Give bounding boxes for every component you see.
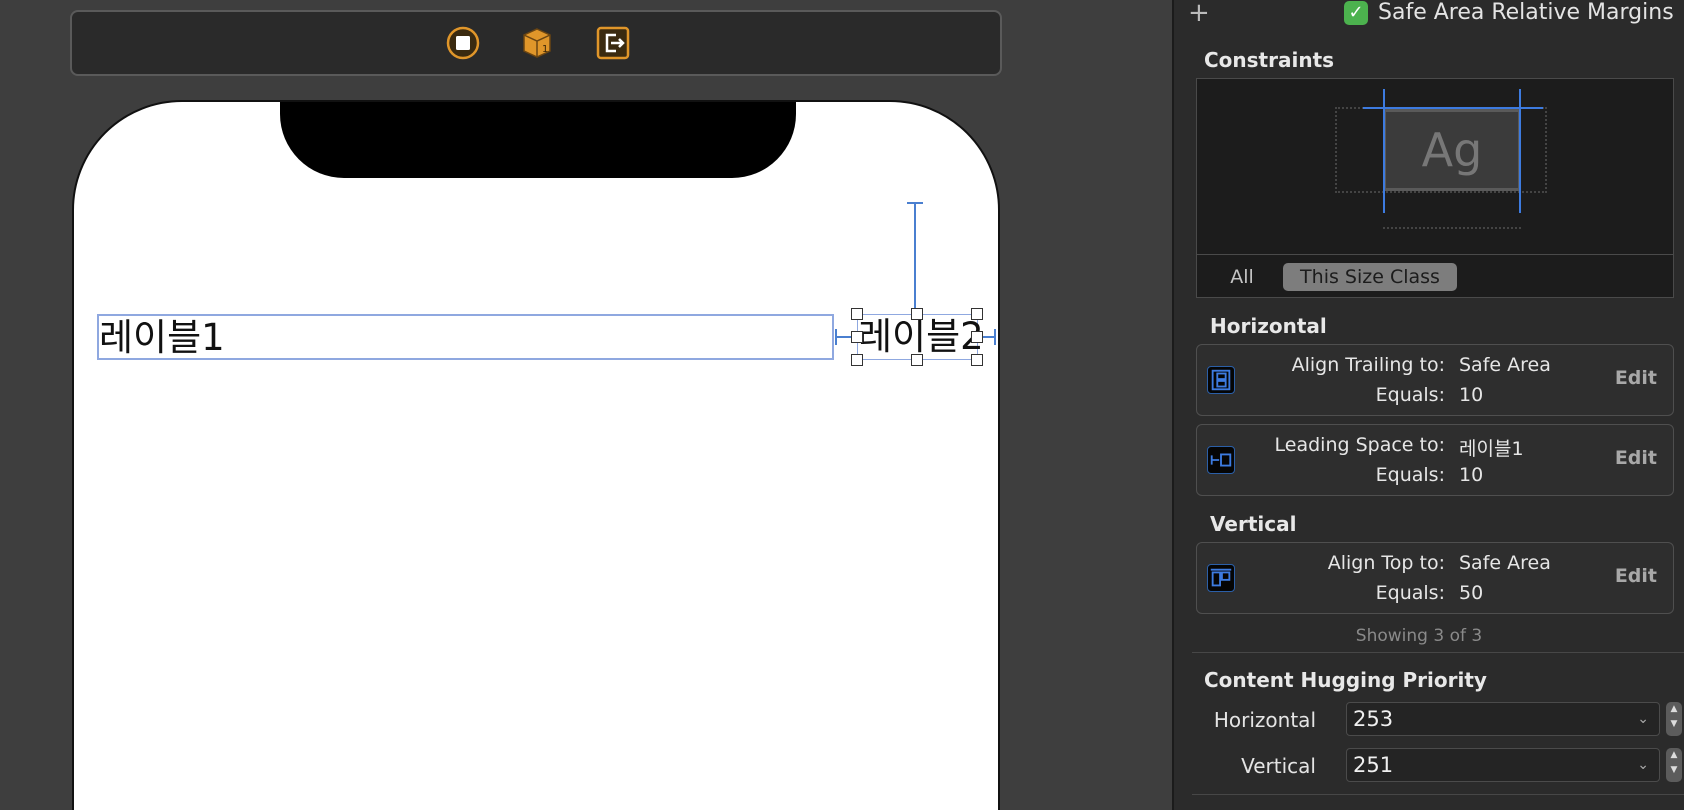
hugging-vertical-label: Vertical [1241,754,1316,778]
constraint-item-align-trailing[interactable]: Align Trailing to: Safe Area Equals: 10 … [1196,344,1674,416]
constraints-title: Constraints [1204,48,1335,72]
resize-handle-top[interactable] [911,308,923,320]
align-top-icon [1207,564,1235,592]
tab-all[interactable]: All [1215,263,1269,291]
content-hugging-title: Content Hugging Priority [1204,668,1487,692]
safe-area-margins-label: Safe Area Relative Margins [1378,0,1674,25]
iphone-view[interactable]: 레이블1 레이블2 [72,100,1000,810]
constraint-relation-label: Align Trailing to: [1291,354,1445,376]
horizontal-section-title: Horizontal [1210,314,1327,338]
hugging-vertical-value: 251 [1353,753,1394,777]
resize-handle-bottom-left[interactable] [851,354,863,366]
hugging-horizontal-label: Horizontal [1213,708,1316,732]
constraint-item-leading-space[interactable]: Leading Space to: 레이블1 Equals: 10 Edit [1196,424,1674,496]
size-inspector: + ✓ Safe Area Relative Margins Constrain… [1172,0,1684,810]
margin-guide [1335,191,1547,193]
resize-handle-bottom-right[interactable] [971,354,983,366]
leading-constraint-indicator[interactable] [1383,89,1385,213]
leading-space-cap [835,329,837,345]
margin-guide [1383,227,1521,229]
hugging-horizontal-field[interactable]: 253 ⌄ [1346,702,1660,736]
device-notch [280,102,796,178]
label-1[interactable]: 레이블1 [97,314,834,360]
hugging-vertical-field[interactable]: 251 ⌄ [1346,748,1660,782]
storyboard-canvas[interactable]: 1 레이블1 레이블2 [0,0,1172,810]
edit-button[interactable]: Edit [1615,367,1657,389]
constraint-equals-label: Equals: [1375,582,1445,604]
constraint-relation-label: Leading Space to: [1274,434,1445,456]
chevron-down-icon[interactable]: ⌄ [1637,749,1649,781]
constraint-relation-value: Safe Area [1459,354,1551,376]
label-2-text: 레이블2 [858,315,984,358]
edit-button[interactable]: Edit [1615,447,1657,469]
resize-handle-right[interactable] [971,331,983,343]
constraint-equals-label: Equals: [1375,464,1445,486]
exit-icon[interactable] [596,26,630,60]
trailing-constraint-indicator[interactable] [1519,89,1521,213]
constraints-count: Showing 3 of 3 [1355,626,1483,646]
constraint-equals-value: 50 [1459,582,1484,604]
section-divider [1192,652,1684,653]
vertical-section-title: Vertical [1210,512,1297,536]
trailing-constraint-cap [994,329,996,345]
edit-button[interactable]: Edit [1615,565,1657,587]
align-trailing-icon [1207,366,1235,394]
constraint-relation-value: 레이블1 [1459,438,1524,460]
constraint-relation-value: Safe Area [1459,552,1551,574]
resize-handle-top-left[interactable] [851,308,863,320]
top-constraint-indicator[interactable] [1363,107,1543,109]
constraint-equals-label: Equals: [1375,384,1445,406]
hugging-horizontal-value: 253 [1353,707,1394,731]
first-responder-icon[interactable]: 1 [520,26,554,60]
constraint-relation-label: Align Top to: [1327,552,1445,574]
constraint-preview-canvas: Ag [1197,79,1673,255]
resize-handle-left[interactable] [851,331,863,343]
resize-handle-bottom[interactable] [911,354,923,366]
top-constraint-cap [907,202,923,204]
add-variation-icon[interactable]: + [1188,0,1210,28]
scene-dock: 1 [70,10,1002,76]
chevron-down-icon[interactable]: ⌄ [1637,703,1649,735]
section-divider [1192,794,1684,795]
safe-area-margins-checkbox[interactable]: ✓ [1344,1,1368,25]
margin-guide [1335,107,1337,193]
resize-handle-top-right[interactable] [971,308,983,320]
tab-this-size-class[interactable]: This Size Class [1283,263,1457,291]
constraint-equals-value: 10 [1459,384,1484,406]
svg-text:1: 1 [542,44,548,55]
leading-space-icon [1207,446,1235,474]
constraint-equals-value: 10 [1459,464,1484,486]
label-1-text: 레이블1 [99,316,225,359]
constraint-preview-view: Ag [1383,109,1521,191]
constraint-preview: Ag All This Size Class [1196,78,1674,298]
constraint-item-align-top[interactable]: Align Top to: Safe Area Equals: 50 Edit [1196,542,1674,614]
hugging-vertical-stepper[interactable]: ▲ ▼ [1666,748,1682,782]
top-constraint-line[interactable] [914,202,916,310]
hugging-horizontal-stepper[interactable]: ▲ ▼ [1666,702,1682,736]
view-controller-icon[interactable] [446,26,480,60]
margin-guide [1545,107,1547,193]
